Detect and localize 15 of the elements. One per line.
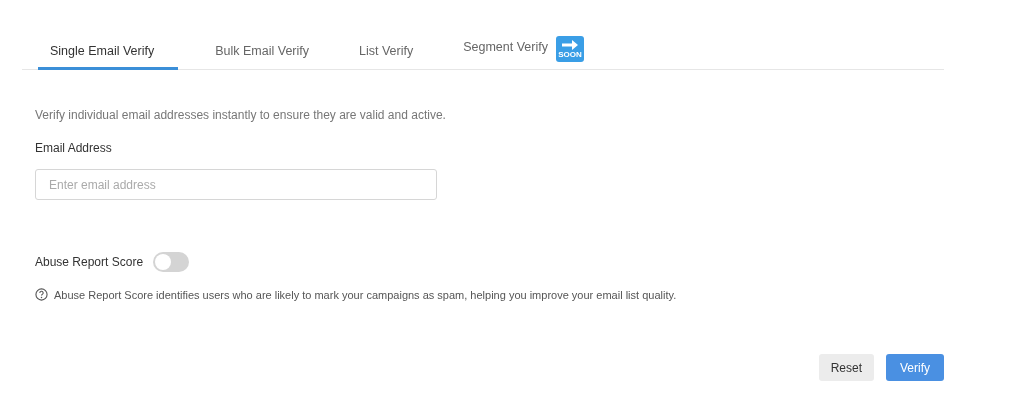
tab[interactable]: List Verify: [346, 44, 427, 70]
verify-button[interactable]: Verify: [886, 354, 944, 381]
field-label: Email Address: [35, 141, 113, 155]
email-input-field[interactable]: Enter email address: [35, 169, 437, 200]
toggle-label: Abuse Report Score: [35, 255, 144, 269]
description-text: Verify individual email addresses instantly to ensure they are valid and active.: [35, 108, 447, 122]
arrow-icon: [561, 39, 578, 50]
reset-button[interactable]: Reset: [818, 354, 874, 381]
help-text: Abuse Report Score identifies users who are likely to mark your campaigns as spam, helping you improve your email list quality.: [54, 288, 677, 301]
help-icon: [35, 288, 48, 301]
toggle-switch[interactable]: [153, 252, 190, 272]
tab[interactable]: Segment Verify SOON: [450, 36, 597, 70]
tab[interactable]: Single Email Verify: [38, 44, 179, 70]
badge-text: SOON: [558, 50, 582, 59]
tab[interactable]: Bulk Email Verify: [202, 44, 322, 70]
